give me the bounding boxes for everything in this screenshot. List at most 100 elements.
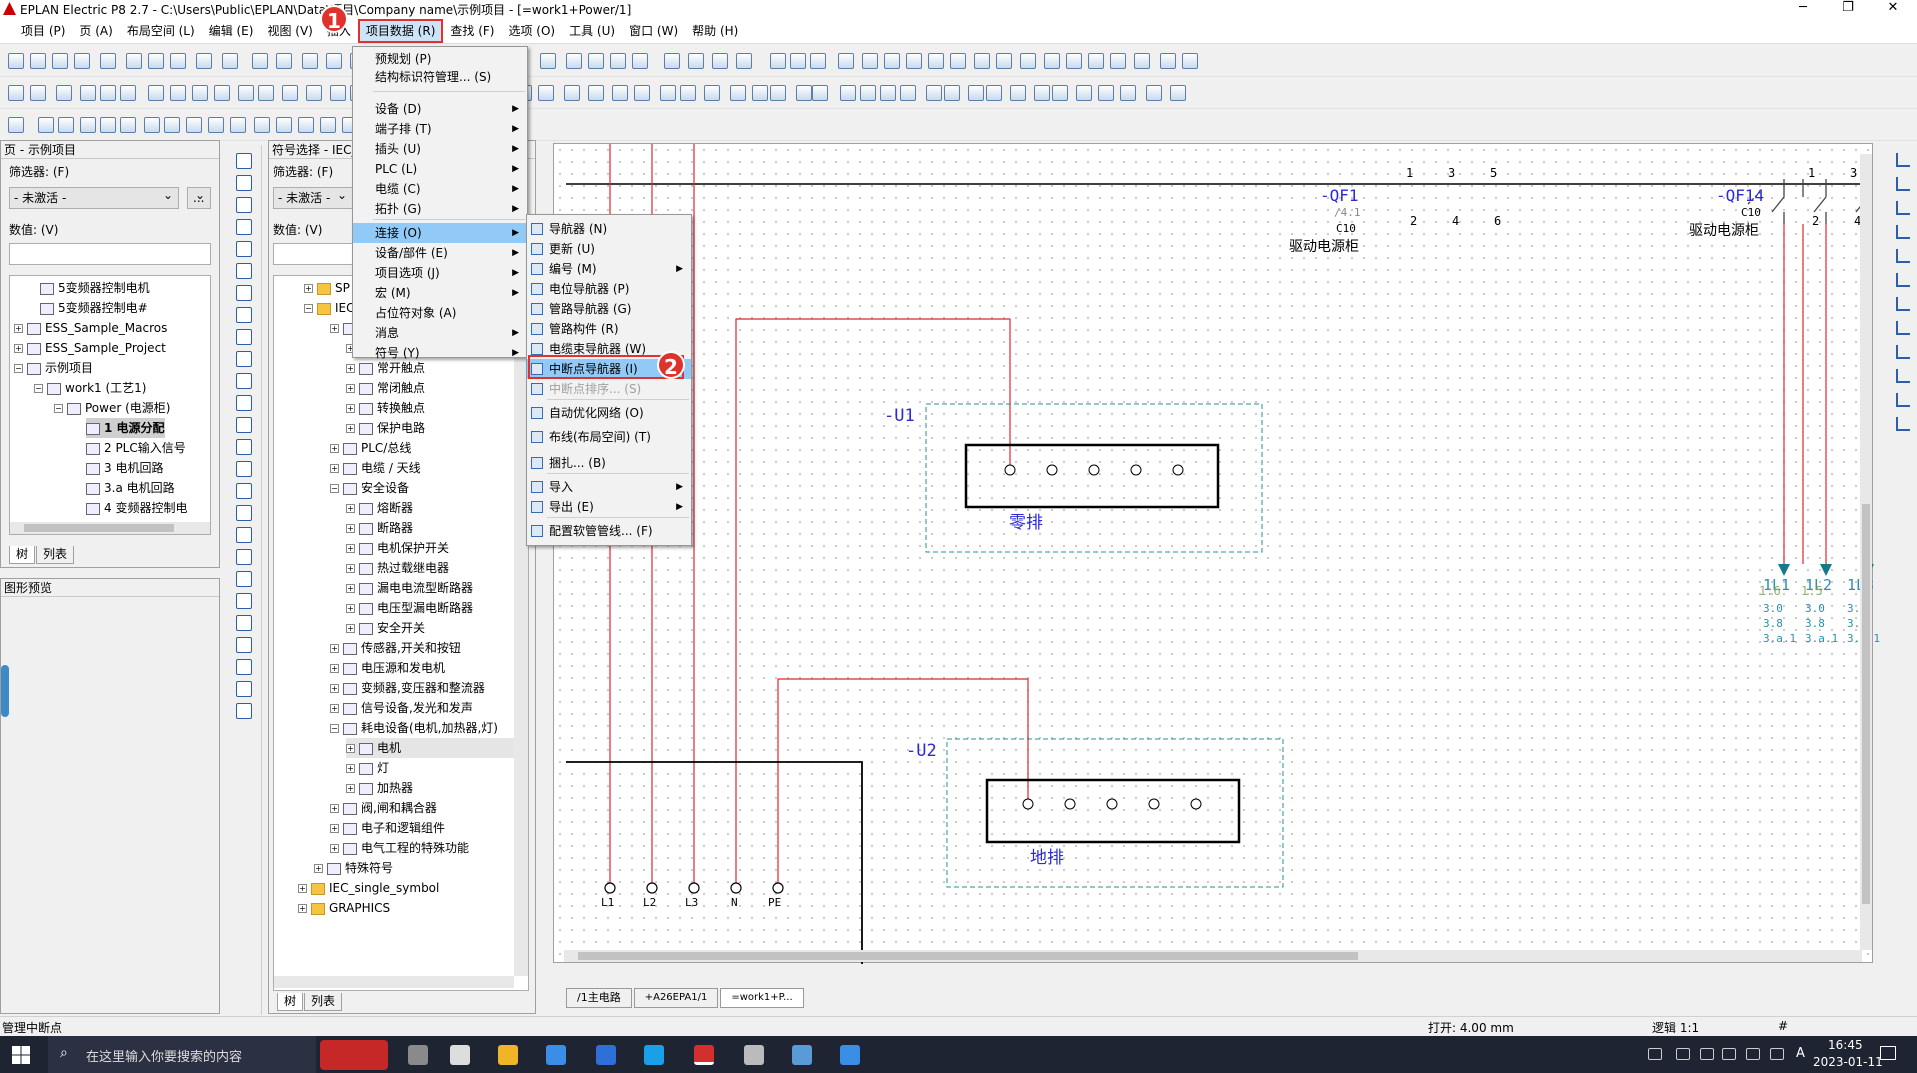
- toolbar-button-icon[interactable]: [282, 85, 298, 101]
- draw-tool-icon[interactable]: [236, 395, 252, 411]
- menu-item-symbols[interactable]: 符号 (Y) ▶: [353, 343, 527, 363]
- symbol-tree-node[interactable]: + 电压源和发电机: [330, 658, 445, 678]
- symbol-tree-node[interactable]: + 常闭触点: [346, 378, 425, 398]
- symbol-tree-node[interactable]: + 电机保护开关: [346, 538, 449, 558]
- toolbar-button-icon[interactable]: [1088, 53, 1104, 69]
- menu-item-cables[interactable]: 电缆 (C) ▶: [353, 179, 527, 199]
- notification-icon[interactable]: [1880, 1046, 1896, 1060]
- toolbar-button-icon[interactable]: [588, 53, 604, 69]
- toolbar-button-icon[interactable]: [1034, 85, 1050, 101]
- tree-node[interactable]: 3 电机回路: [86, 458, 163, 478]
- toolbar-button-icon[interactable]: [80, 117, 96, 133]
- draw-tool-icon[interactable]: [236, 637, 252, 653]
- toolbar-button-icon[interactable]: [1170, 85, 1186, 101]
- toolbar-button-icon[interactable]: [770, 53, 786, 69]
- toolbar-button-icon[interactable]: [1146, 85, 1162, 101]
- close-button[interactable]: ✕: [1870, 0, 1916, 18]
- toolbar-button-icon[interactable]: [566, 53, 582, 69]
- menu-item-preplanning[interactable]: 预规划 (P): [353, 49, 527, 69]
- toolbar-button-icon[interactable]: [926, 85, 942, 101]
- menu-item-interruption-point-sort[interactable]: 中断点排序... (S): [527, 379, 691, 399]
- toolbar-button-icon[interactable]: [612, 85, 628, 101]
- menu-item-messages[interactable]: 消息 ▶: [353, 323, 527, 343]
- symbol-tree-node[interactable]: + 保护电路: [346, 418, 425, 438]
- connection-symbol-icon[interactable]: [1896, 321, 1910, 335]
- tree-node[interactable]: − Power (电源柜): [54, 398, 170, 418]
- tray-icon[interactable]: [1770, 1048, 1784, 1060]
- menu-item-structure-id-mgmt[interactable]: 结构标识符管理... (S): [353, 67, 527, 87]
- tree-node[interactable]: 2 PLC输入信号: [86, 438, 186, 458]
- toolbar-button-icon[interactable]: [564, 85, 580, 101]
- draw-tool-icon[interactable]: [236, 461, 252, 477]
- menu-item-configure-hose-lines[interactable]: 配置软管管线... (F): [527, 521, 691, 541]
- toolbar-button-icon[interactable]: [712, 53, 728, 69]
- symbol-tree-node[interactable]: + PLC/总线: [330, 438, 411, 458]
- symbol-tree-hscroll[interactable]: [274, 976, 514, 988]
- menu-item-topology[interactable]: 拓扑 (G) ▶: [353, 199, 527, 219]
- toolbar-button-icon[interactable]: [126, 53, 142, 69]
- toolbar-button-icon[interactable]: [52, 53, 68, 69]
- canvas-vscroll[interactable]: [1860, 154, 1872, 950]
- toolbar-button-icon[interactable]: [812, 85, 828, 101]
- toolbar-button-icon[interactable]: [680, 85, 696, 101]
- tree-node[interactable]: 3.a 电机回路: [86, 478, 175, 498]
- toolbar-button-icon[interactable]: [688, 53, 704, 69]
- toolbar-button-icon[interactable]: [950, 53, 966, 69]
- minimize-button[interactable]: ─: [1780, 0, 1826, 18]
- connection-symbol-icon[interactable]: [1896, 369, 1910, 383]
- symbol-tree-node[interactable]: + IEC_single_symbol: [298, 878, 439, 898]
- page-filter-browse-button[interactable]: ...: [187, 185, 211, 209]
- menu-item-export[interactable]: 导出 (E) ▶: [527, 497, 691, 517]
- taskbar-app-icon[interactable]: [498, 1045, 518, 1065]
- toolbar-button-icon[interactable]: [208, 117, 224, 133]
- symbol-tree-node[interactable]: + 信号设备,发光和发声: [330, 698, 473, 718]
- toolbar-button-icon[interactable]: [1098, 85, 1114, 101]
- toolbar-button-icon[interactable]: [276, 53, 292, 69]
- draw-tool-icon[interactable]: [236, 197, 252, 213]
- tab-tree[interactable]: 树: [277, 993, 304, 1011]
- toolbar-button-icon[interactable]: [258, 85, 274, 101]
- tree-node[interactable]: 4 变频器控制电: [86, 498, 187, 518]
- connection-symbol-icon[interactable]: [1896, 393, 1910, 407]
- draw-tool-icon[interactable]: [236, 615, 252, 631]
- taskbar-app-icon[interactable]: [408, 1045, 428, 1065]
- taskbar-app-icon[interactable]: [840, 1045, 860, 1065]
- toolbar-button-icon[interactable]: [540, 53, 556, 69]
- menu-view[interactable]: 视图 (V): [260, 19, 319, 43]
- draw-tool-icon[interactable]: [236, 681, 252, 697]
- toolbar-button-icon[interactable]: [838, 53, 854, 69]
- schematic-canvas[interactable]: -QF1 /4.1 C10 驱动电源柜 -QF14 C10 驱动电源柜 1 3 …: [553, 143, 1880, 964]
- toolbar-button-icon[interactable]: [8, 53, 24, 69]
- symbol-tree-node[interactable]: + 灯: [346, 758, 389, 778]
- symbol-tree-node[interactable]: + 传感器,开关和按钮: [330, 638, 461, 658]
- menu-tools[interactable]: 工具 (U): [562, 19, 622, 43]
- symbol-tree[interactable]: +SP−IEC+线圈,触点和保护电路+线圈+常开触点+常闭触点+转换触点+保护电…: [273, 275, 529, 991]
- toolbar-button-icon[interactable]: [238, 85, 254, 101]
- toolbar-button-icon[interactable]: [144, 117, 160, 133]
- draw-tool-icon[interactable]: [236, 285, 252, 301]
- draw-tool-icon[interactable]: [236, 439, 252, 455]
- menu-item-bundling[interactable]: 捆扎... (B): [527, 453, 691, 473]
- toolbar-button-icon[interactable]: [1066, 53, 1082, 69]
- menu-page[interactable]: 页 (A): [72, 19, 119, 43]
- symbol-tree-node[interactable]: + 加热器: [346, 778, 413, 798]
- toolbar-button-icon[interactable]: [100, 117, 116, 133]
- draw-tool-icon[interactable]: [236, 153, 252, 169]
- toolbar-button-icon[interactable]: [320, 117, 336, 133]
- toolbar-button-icon[interactable]: [880, 85, 896, 101]
- toolbar-button-icon[interactable]: [196, 53, 212, 69]
- ime-indicator[interactable]: A: [1796, 1046, 1805, 1061]
- toolbar-button-icon[interactable]: [148, 85, 164, 101]
- symbol-tree-node[interactable]: + 电气工程的特殊功能: [330, 838, 469, 858]
- symbol-tree-node[interactable]: − 安全设备: [330, 478, 409, 498]
- draw-tool-icon[interactable]: [236, 505, 252, 521]
- menu-item-plc[interactable]: PLC (L) ▶: [353, 159, 527, 179]
- draw-tool-icon[interactable]: [236, 659, 252, 675]
- toolbar-button-icon[interactable]: [170, 53, 186, 69]
- toolbar-button-icon[interactable]: [38, 117, 54, 133]
- toolbar-button-icon[interactable]: [1120, 85, 1136, 101]
- draw-tool-icon[interactable]: [236, 527, 252, 543]
- toolbar-button-icon[interactable]: [120, 117, 136, 133]
- menu-item-devices-parts[interactable]: 设备/部件 (E) ▶: [353, 243, 527, 263]
- toolbar-button-icon[interactable]: [230, 117, 246, 133]
